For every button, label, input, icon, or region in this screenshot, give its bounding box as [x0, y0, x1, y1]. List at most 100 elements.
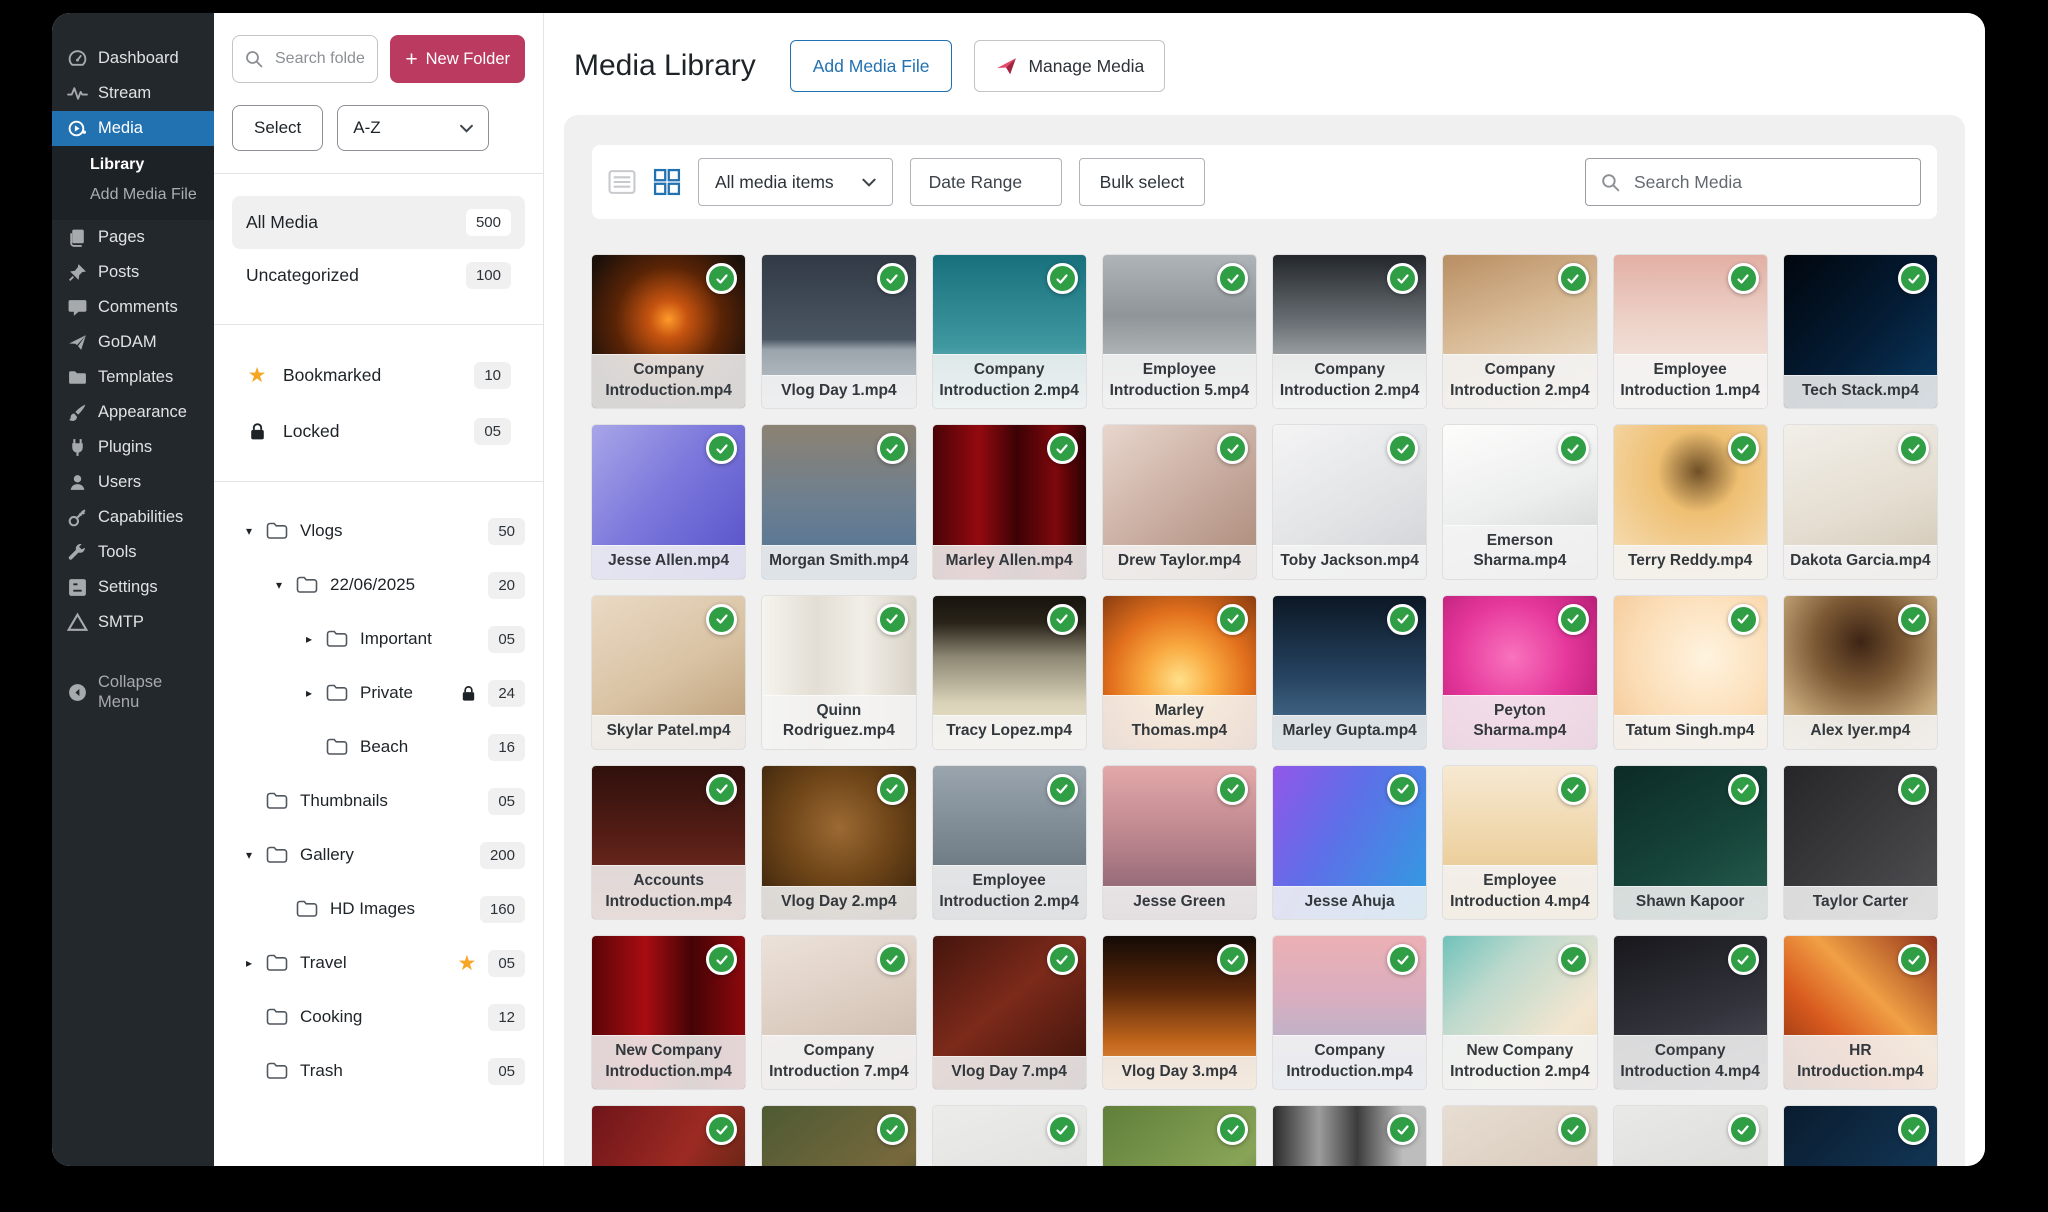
add-media-file-button[interactable]: Add Media File [790, 40, 953, 92]
caret-icon[interactable]: ▸ [246, 956, 263, 970]
media-tile[interactable]: Jesse Green [1103, 766, 1256, 919]
sidebar-item-collapse-menu[interactable]: Collapse Menu [52, 666, 214, 720]
selected-check-icon[interactable] [1728, 433, 1759, 464]
selected-check-icon[interactable] [1558, 774, 1589, 805]
folder-filter-locked[interactable]: Locked 05 [232, 403, 525, 459]
selected-check-icon[interactable] [1728, 1114, 1759, 1145]
folder-filter-bookmarked[interactable]: ★ Bookmarked 10 [232, 347, 525, 403]
media-tile[interactable]: HR Introduction.mp4 [1784, 936, 1937, 1089]
media-tile[interactable]: Tech Stack.mp4 [1784, 255, 1937, 408]
folder-tree-item-travel[interactable]: ▸ Travel ★ 05 [232, 936, 525, 990]
folder-tree-item-vlogs[interactable]: ▾ Vlogs ★ 50 [232, 504, 525, 558]
caret-icon[interactable]: ▾ [246, 524, 263, 538]
media-tile[interactable]: Jesse Ahuja [1273, 766, 1426, 919]
media-tile[interactable]: Alex Iyer.mp4 [1784, 596, 1937, 749]
media-tile[interactable]: Tatum Singh.mp4 [1614, 596, 1767, 749]
sidebar-item-posts[interactable]: Posts [52, 255, 214, 290]
folder-tree-item-22-06-2025[interactable]: ▾ 22/06/2025 ★ 20 [232, 558, 525, 612]
selected-check-icon[interactable] [877, 944, 908, 975]
caret-icon[interactable]: ▸ [306, 686, 323, 700]
media-tile[interactable]: New Company Introduction 2.mp4 [1443, 936, 1596, 1089]
manage-media-button[interactable]: Manage Media [974, 40, 1165, 92]
selected-check-icon[interactable] [1217, 1114, 1248, 1145]
select-button[interactable]: Select [232, 105, 323, 151]
folder-tree-item-private[interactable]: ▸ Private ★ 24 [232, 666, 525, 720]
caret-icon[interactable]: ▾ [246, 848, 263, 862]
sidebar-item-settings[interactable]: Settings [52, 570, 214, 605]
folder-filter-uncategorized[interactable]: Uncategorized 100 [232, 249, 525, 302]
selected-check-icon[interactable] [1217, 774, 1248, 805]
media-tile[interactable]: Terry Reddy.mp4 [1614, 425, 1767, 578]
selected-check-icon[interactable] [1047, 944, 1078, 975]
media-tile[interactable]: Jesse Allen.mp4 [592, 425, 745, 578]
sidebar-item-plugins[interactable]: Plugins [52, 430, 214, 465]
selected-check-icon[interactable] [1387, 1114, 1418, 1145]
media-tile[interactable]: Toby Jackson.mp4 [1273, 425, 1426, 578]
selected-check-icon[interactable] [1898, 774, 1929, 805]
selected-check-icon[interactable] [706, 774, 737, 805]
selected-check-icon[interactable] [1728, 263, 1759, 294]
sort-dropdown[interactable]: A-Z [337, 105, 489, 151]
folder-filter-all-media[interactable]: All Media 500 [232, 196, 525, 249]
selected-check-icon[interactable] [1047, 263, 1078, 294]
media-tile[interactable]: Company Introduction 4.mp4 [1614, 936, 1767, 1089]
selected-check-icon[interactable] [1217, 433, 1248, 464]
media-tile[interactable]: Company Introduction 7.mp4 [762, 936, 915, 1089]
media-tile[interactable] [1103, 1106, 1256, 1166]
selected-check-icon[interactable] [1047, 604, 1078, 635]
media-tile[interactable]: Company Introduction 2.mp4 [1443, 255, 1596, 408]
selected-check-icon[interactable] [877, 604, 908, 635]
media-tile[interactable] [1614, 1106, 1767, 1166]
date-range-input[interactable] [927, 171, 1045, 194]
sidebar-item-media[interactable]: Media [52, 111, 214, 146]
selected-check-icon[interactable] [1728, 944, 1759, 975]
media-tile[interactable] [1784, 1106, 1937, 1166]
media-type-filter-dropdown[interactable]: All media items [698, 158, 893, 206]
media-tile[interactable]: Taylor Carter [1784, 766, 1937, 919]
folder-tree-item-beach[interactable]: Beach ★ 16 [232, 720, 525, 774]
selected-check-icon[interactable] [877, 433, 908, 464]
media-tile[interactable] [1443, 1106, 1596, 1166]
media-tile[interactable]: Company Introduction 2.mp4 [1273, 255, 1426, 408]
selected-check-icon[interactable] [706, 1114, 737, 1145]
grid-view-button[interactable] [653, 168, 681, 196]
selected-check-icon[interactable] [877, 263, 908, 294]
sidebar-subitem-library[interactable]: Library [52, 150, 214, 180]
selected-check-icon[interactable] [1898, 263, 1929, 294]
caret-icon[interactable]: ▾ [276, 578, 293, 592]
media-tile[interactable]: Tracy Lopez.mp4 [933, 596, 1086, 749]
sidebar-item-smtp[interactable]: SMTP [52, 605, 214, 640]
selected-check-icon[interactable] [706, 604, 737, 635]
media-tile[interactable]: Accounts Introduction.mp4 [592, 766, 745, 919]
media-tile[interactable]: Vlog Day 2.mp4 [762, 766, 915, 919]
selected-check-icon[interactable] [1728, 774, 1759, 805]
selected-check-icon[interactable] [1898, 944, 1929, 975]
sidebar-item-comments[interactable]: Comments [52, 290, 214, 325]
sidebar-item-tools[interactable]: Tools [52, 535, 214, 570]
media-tile[interactable]: Employee Introduction 2.mp4 [933, 766, 1086, 919]
media-tile[interactable]: Company Introduction 2.mp4 [933, 255, 1086, 408]
media-tile[interactable]: New Company Introduction.mp4 [592, 936, 745, 1089]
sidebar-item-users[interactable]: Users [52, 465, 214, 500]
selected-check-icon[interactable] [1898, 604, 1929, 635]
media-search[interactable] [1585, 158, 1921, 206]
selected-check-icon[interactable] [1217, 944, 1248, 975]
selected-check-icon[interactable] [1898, 433, 1929, 464]
media-tile[interactable]: Vlog Day 3.mp4 [1103, 936, 1256, 1089]
sidebar-item-pages[interactable]: Pages [52, 220, 214, 255]
selected-check-icon[interactable] [1558, 263, 1589, 294]
media-tile[interactable]: Emerson Sharma.mp4 [1443, 425, 1596, 578]
media-tile[interactable] [933, 1106, 1086, 1166]
selected-check-icon[interactable] [1558, 433, 1589, 464]
selected-check-icon[interactable] [1387, 263, 1418, 294]
media-tile[interactable] [1273, 1106, 1426, 1166]
media-tile[interactable] [762, 1106, 915, 1166]
selected-check-icon[interactable] [1387, 604, 1418, 635]
media-tile[interactable]: Shawn Kapoor [1614, 766, 1767, 919]
media-tile[interactable]: Vlog Day 1.mp4 [762, 255, 915, 408]
selected-check-icon[interactable] [1558, 944, 1589, 975]
selected-check-icon[interactable] [1217, 604, 1248, 635]
selected-check-icon[interactable] [1728, 604, 1759, 635]
folder-tree-item-important[interactable]: ▸ Important ★ 05 [232, 612, 525, 666]
folder-tree-item-gallery[interactable]: ▾ Gallery ★ 200 [232, 828, 525, 882]
